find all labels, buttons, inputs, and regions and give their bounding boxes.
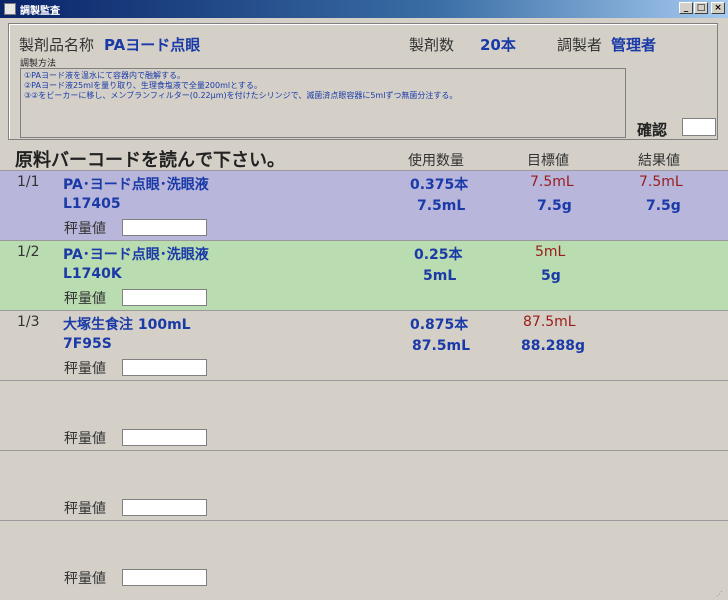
method-line: ①PAヨード液を温水にて容器内で融解する。 (24, 71, 185, 80)
count-value: 20本 (480, 36, 516, 54)
target-volume: 5mL (535, 244, 566, 260)
ingredient-name: PA･ヨード点眼･洗眼液 (63, 177, 209, 193)
weight-label: 秤量値 (64, 361, 106, 377)
lot-code: L1740K (63, 266, 122, 282)
weight-input[interactable] (122, 359, 207, 376)
column-header-result: 結果値 (638, 153, 680, 169)
close-button[interactable]: × (711, 2, 725, 14)
resize-grip-icon[interactable]: ⋰ (716, 590, 726, 598)
target-volume: 7.5mL (530, 174, 574, 190)
target-weight: 88.288g (521, 338, 586, 354)
confirm-label: 確認 (637, 121, 668, 139)
usage-quantity: 0.25本 (414, 247, 463, 263)
lot-code: L17405 (63, 196, 121, 212)
minimize-button[interactable]: _ (679, 2, 693, 14)
weight-input[interactable] (122, 499, 207, 516)
weight-label: 秤量値 (64, 571, 106, 587)
instruction-text: 原料バーコードを読んで下さい。 (15, 150, 285, 171)
ingredient-row: 1/3 大塚生食注 100mL 7F95S 0.875本 87.5mL 87.5… (0, 310, 728, 380)
maximize-icon: □ (696, 3, 706, 13)
ingredient-row: 秤量値 (0, 450, 728, 520)
title-bar: 調製監査 _ □ × (0, 0, 728, 18)
weight-label: 秤量値 (64, 221, 106, 237)
count-label: 製剤数 (409, 36, 455, 54)
ingredient-row: 1/2 PA･ヨード点眼･洗眼液 L1740K 0.25本 5mL 5mL 5g… (0, 240, 728, 310)
product-label: 製剤品名称 (19, 36, 95, 54)
close-icon: × (714, 3, 722, 13)
usage-quantity: 0.875本 (410, 317, 469, 333)
method-line: ②PAヨード液25mlを量り取り、生理食塩液で全量200mlとする。 (24, 81, 262, 90)
preparer-value: 管理者 (611, 36, 657, 54)
maximize-button[interactable]: □ (694, 2, 708, 14)
column-header-usage: 使用数量 (408, 153, 464, 169)
usage-quantity: 0.375本 (410, 177, 469, 193)
header-panel: 製剤品名称 PAヨード点眼 製剤数 20本 調製者 管理者 調製方法 ①PAヨー… (8, 23, 718, 140)
row-index: 1/3 (17, 314, 40, 330)
row-index: 1/1 (17, 174, 40, 190)
ingredient-name: 大塚生食注 100mL (63, 317, 191, 333)
window-title: 調製監査 (20, 5, 60, 17)
ingredient-row: 1/1 PA･ヨード点眼･洗眼液 L17405 0.375本 7.5mL 7.5… (0, 170, 728, 240)
weight-label: 秤量値 (64, 431, 106, 447)
method-text: ①PAヨード液を温水にて容器内で融解する。 ②PAヨード液25mlを量り取り、生… (20, 68, 626, 138)
weight-input[interactable] (122, 219, 207, 236)
lot-code: 7F95S (63, 336, 112, 352)
weight-input[interactable] (122, 569, 207, 586)
ingredient-name: PA･ヨード点眼･洗眼液 (63, 247, 209, 263)
usage-volume: 5mL (423, 268, 457, 284)
column-header-target: 目標値 (527, 153, 569, 169)
ingredient-row: 秤量値 (0, 520, 728, 590)
target-weight: 5g (541, 268, 561, 284)
weight-input[interactable] (122, 429, 207, 446)
method-line: ③②をビーカーに移し、メンブランフィルター(0.22μm)を付けたシリンジで、滅… (24, 91, 458, 100)
row-index: 1/2 (17, 244, 40, 260)
result-weight: 7.5g (646, 198, 681, 214)
usage-volume: 7.5mL (417, 198, 466, 214)
app-icon (4, 3, 16, 15)
weight-input[interactable] (122, 289, 207, 306)
preparer-label: 調製者 (557, 36, 603, 54)
product-name: PAヨード点眼 (104, 36, 201, 54)
minimize-icon: _ (683, 3, 689, 13)
result-volume: 7.5mL (639, 174, 683, 190)
usage-volume: 87.5mL (412, 338, 471, 354)
target-weight: 7.5g (537, 198, 572, 214)
weight-label: 秤量値 (64, 291, 106, 307)
confirm-input[interactable] (682, 118, 716, 136)
ingredient-row: 秤量値 (0, 380, 728, 450)
weight-label: 秤量値 (64, 501, 106, 517)
window-controls: _ □ × (679, 2, 725, 14)
target-volume: 87.5mL (523, 314, 576, 330)
